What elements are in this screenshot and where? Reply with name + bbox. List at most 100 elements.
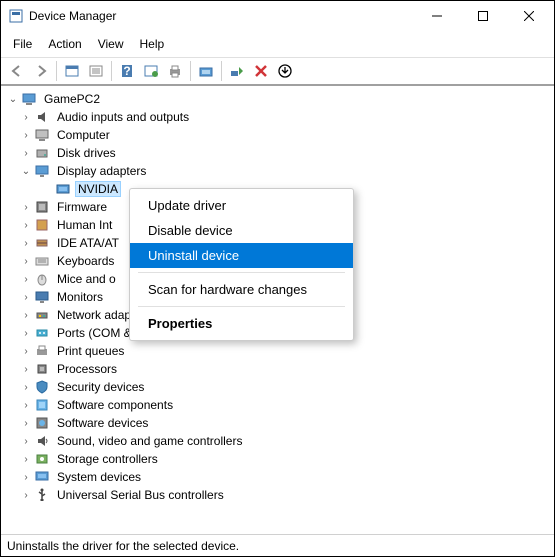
category-icon [34, 415, 50, 431]
close-button[interactable] [506, 2, 552, 30]
chevron-right-icon[interactable]: › [18, 382, 34, 393]
chevron-right-icon[interactable]: › [18, 328, 34, 339]
enable-button[interactable] [225, 60, 249, 82]
chevron-right-icon[interactable]: › [18, 148, 34, 159]
category-icon [34, 109, 50, 125]
update-button[interactable] [273, 60, 297, 82]
chevron-right-icon[interactable]: › [18, 130, 34, 141]
chevron-right-icon[interactable]: › [18, 256, 34, 267]
category-icon [34, 361, 50, 377]
chevron-right-icon[interactable]: › [18, 346, 34, 357]
menu-file[interactable]: File [5, 33, 40, 55]
category-label: Software components [54, 397, 176, 413]
chevron-right-icon[interactable]: › [18, 292, 34, 303]
maximize-button[interactable] [460, 2, 506, 30]
category-icon [34, 379, 50, 395]
category-icon [34, 469, 50, 485]
computer-icon [21, 91, 37, 107]
category-label: Disk drives [54, 145, 119, 161]
chevron-right-icon[interactable]: › [18, 112, 34, 123]
chevron-right-icon[interactable]: › [18, 436, 34, 447]
chevron-right-icon[interactable]: › [18, 238, 34, 249]
tree-category[interactable]: › Storage controllers [3, 450, 552, 468]
chevron-right-icon[interactable]: › [18, 418, 34, 429]
chevron-right-icon[interactable]: › [18, 310, 34, 321]
category-label: Storage controllers [54, 451, 161, 467]
chevron-right-icon[interactable]: › [18, 364, 34, 375]
category-label: Human Int [54, 217, 115, 233]
tree-root[interactable]: ⌄ GamePC2 [3, 90, 552, 108]
gpu-icon [55, 181, 71, 197]
chevron-right-icon[interactable]: › [18, 202, 34, 213]
tree-category[interactable]: › Disk drives [3, 144, 552, 162]
category-icon [34, 217, 50, 233]
tree-category[interactable]: › Security devices [3, 378, 552, 396]
chevron-right-icon[interactable]: › [18, 472, 34, 483]
window-title: Device Manager [29, 9, 414, 23]
category-icon [34, 199, 50, 215]
device-tree[interactable]: ⌄ GamePC2 › Audio inputs and outputs › Comp… [1, 87, 554, 534]
ctx-properties[interactable]: Properties [130, 311, 353, 336]
category-label: Computer [54, 127, 113, 143]
chevron-right-icon[interactable]: › [18, 274, 34, 285]
context-menu: Update driver Disable device Uninstall d… [129, 188, 354, 341]
category-icon [34, 127, 50, 143]
tree-category[interactable]: › System devices [3, 468, 552, 486]
chevron-down-icon[interactable]: ⌄ [5, 94, 21, 105]
category-icon [34, 145, 50, 161]
ctx-separator [138, 306, 345, 307]
chevron-right-icon[interactable]: › [18, 400, 34, 411]
tree-category[interactable]: › Computer [3, 126, 552, 144]
category-label: Processors [54, 361, 120, 377]
category-label: Display adapters [54, 163, 149, 179]
ctx-scan-hardware[interactable]: Scan for hardware changes [130, 277, 353, 302]
back-button[interactable] [5, 60, 29, 82]
chevron-right-icon[interactable]: › [18, 454, 34, 465]
category-label: Universal Serial Bus controllers [54, 487, 227, 503]
menu-help[interactable]: Help [132, 33, 173, 55]
category-label: System devices [54, 469, 144, 485]
category-label: Monitors [54, 289, 106, 305]
category-icon [34, 397, 50, 413]
menu-view[interactable]: View [90, 33, 132, 55]
category-icon [34, 325, 50, 341]
help-button[interactable]: ? [115, 60, 139, 82]
action2-button[interactable] [139, 60, 163, 82]
tree-category[interactable]: ⌄ Display adapters [3, 162, 552, 180]
app-icon [9, 9, 23, 23]
statusbar: Uninstalls the driver for the selected d… [1, 534, 554, 556]
chevron-right-icon[interactable]: › [18, 490, 34, 501]
ctx-disable-device[interactable]: Disable device [130, 218, 353, 243]
category-icon [34, 163, 50, 179]
category-label: Mice and o [54, 271, 119, 287]
category-icon [34, 235, 50, 251]
chevron-down-icon[interactable]: ⌄ [18, 166, 34, 177]
scan-button[interactable] [194, 60, 218, 82]
properties-button[interactable] [84, 60, 108, 82]
category-label: Software devices [54, 415, 151, 431]
minimize-button[interactable] [414, 2, 460, 30]
print-button[interactable] [163, 60, 187, 82]
tree-category[interactable]: ›Sound, video and game controllers [3, 432, 552, 450]
forward-button[interactable] [29, 60, 53, 82]
category-icon [34, 289, 50, 305]
show-hidden-button[interactable] [60, 60, 84, 82]
titlebar: Device Manager [1, 1, 554, 31]
category-label: Audio inputs and outputs [54, 109, 192, 125]
tree-category[interactable]: › Software components [3, 396, 552, 414]
ctx-uninstall-device[interactable]: Uninstall device [130, 243, 353, 268]
tree-category[interactable]: › Print queues [3, 342, 552, 360]
ctx-update-driver[interactable]: Update driver [130, 193, 353, 218]
menu-action[interactable]: Action [40, 33, 89, 55]
category-label: Print queues [54, 343, 127, 359]
category-icon [34, 343, 50, 359]
tree-category[interactable]: › Processors [3, 360, 552, 378]
category-label: Security devices [54, 379, 147, 395]
tree-category[interactable]: › Software devices [3, 414, 552, 432]
tree-category[interactable]: › Audio inputs and outputs [3, 108, 552, 126]
tree-root-label: GamePC2 [41, 91, 103, 107]
uninstall-button[interactable] [249, 60, 273, 82]
tree-category[interactable]: › Universal Serial Bus controllers [3, 486, 552, 504]
menubar: File Action View Help [1, 31, 554, 57]
chevron-right-icon[interactable]: › [18, 220, 34, 231]
